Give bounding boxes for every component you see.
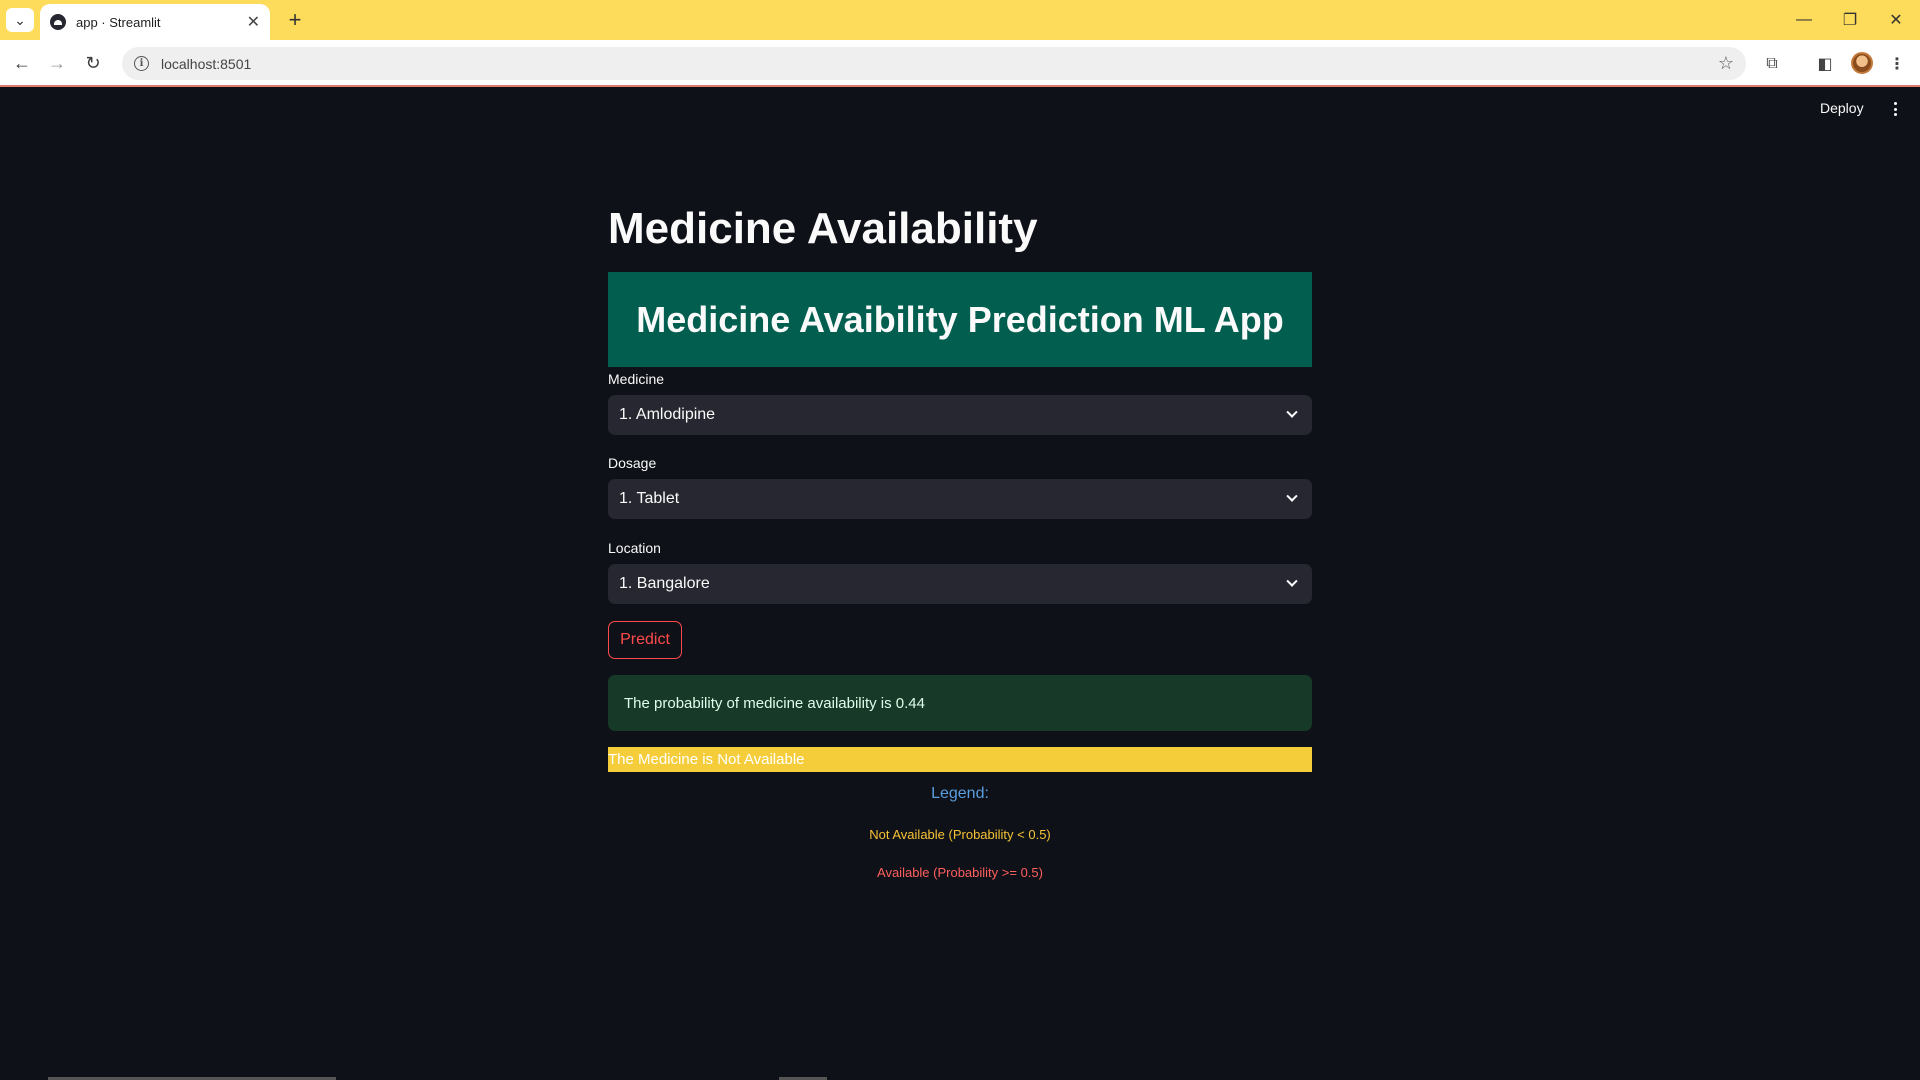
restore-button[interactable]: ❐ (1827, 6, 1873, 34)
chrome-menu-icon[interactable]: ⋮ (1885, 52, 1909, 76)
dosage-select[interactable]: 1. Tablet (608, 479, 1312, 519)
availability-status-text: The Medicine is Not Available (608, 751, 805, 768)
new-tab-button[interactable]: + (283, 7, 307, 32)
availability-status-bar: The Medicine is Not Available (608, 747, 1312, 772)
predict-button[interactable]: Predict (608, 621, 682, 659)
chevron-down-icon: ⌄ (14, 11, 26, 28)
close-window-button[interactable]: ✕ (1873, 6, 1919, 34)
reload-button[interactable]: ↻ (80, 50, 106, 76)
url-text: localhost:8501 (161, 55, 252, 72)
bookmark-star-icon[interactable]: ☆ (1718, 53, 1734, 74)
browser-toolbar: ← → ↻ i localhost:8501 ☆ ⧉ ◧ ⋮ (0, 40, 1920, 87)
back-button[interactable]: ← (9, 50, 35, 76)
dosage-label: Dosage (608, 455, 657, 471)
site-info-icon[interactable]: i (134, 56, 149, 71)
page-title: Medicine Availability (608, 204, 1038, 253)
medicine-select[interactable]: 1. Amlodipine (608, 395, 1312, 435)
streamlit-favicon-icon (50, 14, 66, 30)
banner-heading: Medicine Avaibility Prediction ML App (636, 298, 1284, 340)
location-label: Location (608, 540, 661, 556)
dosage-select-value: 1. Tablet (619, 490, 680, 507)
forward-button[interactable]: → (44, 50, 70, 76)
address-bar[interactable]: i localhost:8501 ☆ (122, 47, 1746, 80)
side-panel-icon[interactable]: ◧ (1813, 52, 1837, 76)
browser-tab[interactable]: app · Streamlit ✕ (40, 4, 270, 40)
chevron-down-icon (1272, 490, 1312, 503)
extensions-icon[interactable]: ⧉ (1760, 52, 1784, 76)
location-select-value: 1. Bangalore (619, 575, 710, 592)
probability-alert: The probability of medicine availability… (608, 675, 1312, 731)
medicine-label: Medicine (608, 371, 665, 387)
tab-search-button[interactable]: ⌄ (6, 8, 34, 32)
tab-close-icon[interactable]: ✕ (247, 12, 260, 32)
tab-title: app · Streamlit (76, 14, 161, 30)
browser-tab-strip: ⌄ app · Streamlit ✕ + — ❐ ✕ (0, 0, 1920, 40)
legend-title: Legend: (931, 785, 989, 802)
chevron-down-icon (1272, 406, 1312, 419)
minimize-button[interactable]: — (1781, 6, 1827, 34)
medicine-select-value: 1. Amlodipine (619, 406, 716, 423)
main-menu-icon[interactable] (1890, 99, 1900, 119)
legend-available: Available (Probability >= 0.5) (877, 865, 1043, 880)
probability-text: The probability of medicine availability… (624, 694, 925, 712)
legend-not-available: Not Available (Probability < 0.5) (869, 827, 1051, 842)
app-banner: Medicine Avaibility Prediction ML App (608, 272, 1312, 367)
location-select[interactable]: 1. Bangalore (608, 564, 1312, 604)
chevron-down-icon (1272, 575, 1312, 588)
profile-avatar[interactable] (1851, 52, 1873, 74)
deploy-button[interactable]: Deploy (1820, 100, 1864, 116)
